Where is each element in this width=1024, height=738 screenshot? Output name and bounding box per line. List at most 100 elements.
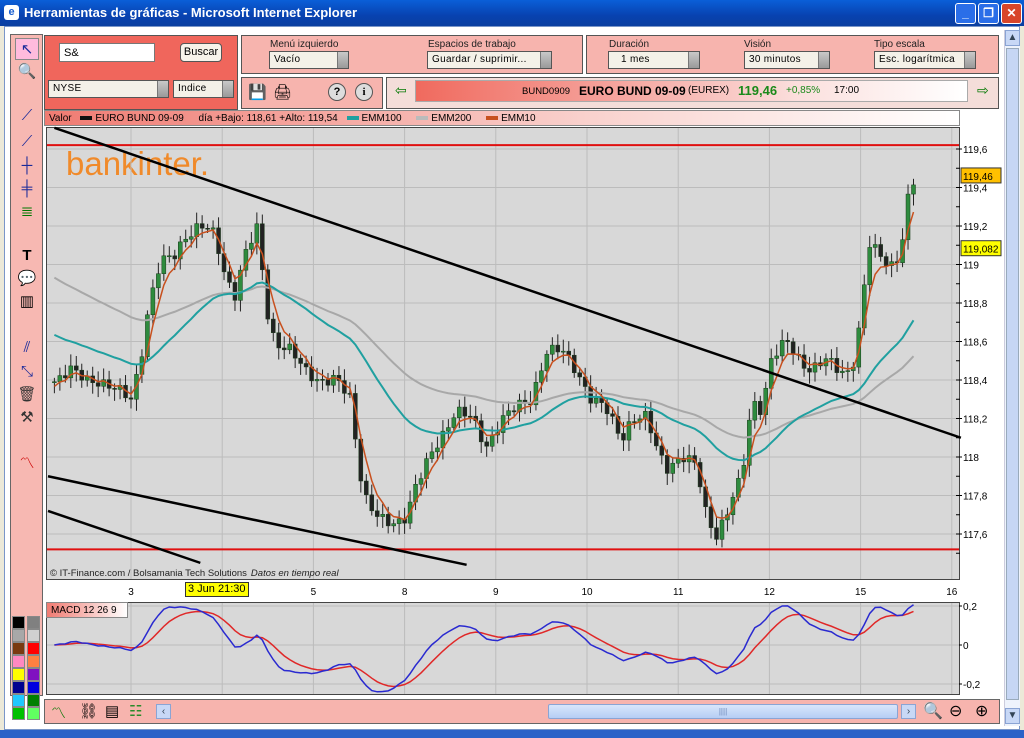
view-panel: Duración 1 mes Visión 30 minutos Tipo es… xyxy=(586,35,999,74)
scroll-down-button[interactable]: ▼ xyxy=(1005,708,1020,724)
color-swatch[interactable] xyxy=(27,707,40,720)
color-swatch[interactable] xyxy=(27,681,40,694)
workspaces-select[interactable]: Guardar / suprimir... xyxy=(427,51,552,69)
search-button[interactable]: Buscar xyxy=(180,43,222,62)
vision-label: Visión xyxy=(744,39,772,50)
chart-legend: Valor EURO BUND 09-09 día +Bajo: 118,61 … xyxy=(44,110,960,126)
add-indicator-icon[interactable]: 〽 xyxy=(51,702,66,723)
layers-icon[interactable]: ☷ xyxy=(129,702,142,720)
type-select[interactable]: Indice xyxy=(173,80,234,98)
zoom-out-icon[interactable]: ⊖ xyxy=(949,701,962,721)
macd-label: MACD 12 26 9 xyxy=(46,602,128,618)
price-chart-area[interactable] xyxy=(46,127,960,580)
minimize-button[interactable]: _ xyxy=(955,3,976,24)
color-swatch[interactable] xyxy=(12,694,25,707)
previous-chart-icon[interactable]: ⇦ xyxy=(395,82,407,99)
maximize-button[interactable]: ❐ xyxy=(978,3,999,24)
color-swatch[interactable] xyxy=(27,629,40,642)
book-icon[interactable]: ▥ xyxy=(15,291,39,313)
duration-label: Duración xyxy=(609,39,650,50)
left-toolbar: ↖ 🔍 ⟋ ⟋ ┼ ╪ ≣ T 💬 ▥ ⫽ ⤡ 🗑 ⚒ 〽 xyxy=(10,34,43,696)
legend-valor: Valor xyxy=(49,113,72,124)
color-swatch[interactable] xyxy=(27,642,40,655)
color-swatch[interactable] xyxy=(12,681,25,694)
market-value: NYSE xyxy=(53,83,82,94)
info-icon[interactable]: i xyxy=(355,83,373,101)
color-swatch[interactable] xyxy=(27,694,40,707)
ticker-name: EURO BUND 09-09 xyxy=(579,84,686,98)
color-swatch[interactable] xyxy=(27,668,40,681)
vision-value: 30 minutos xyxy=(749,54,801,65)
market-select[interactable]: NYSE xyxy=(48,80,169,98)
color-swatch[interactable] xyxy=(12,707,25,720)
document-icon[interactable]: ▤ xyxy=(105,702,119,720)
window-title-bar: Herramientas de gráficas - Microsoft Int… xyxy=(0,0,1024,26)
vertical-scrollbar[interactable]: ▲ ▼ xyxy=(1004,30,1020,726)
scale-select[interactable]: Esc. logarítmica xyxy=(874,51,976,69)
text-tool-icon[interactable]: T xyxy=(15,245,39,267)
action-bar: 💾 🖨 ? i xyxy=(241,77,383,109)
color-swatch[interactable] xyxy=(12,629,25,642)
zoom-in-icon[interactable]: ⊕ xyxy=(975,701,988,721)
zoom-fit-icon[interactable]: 🔍 xyxy=(923,701,943,721)
ticker-price: 119,46 xyxy=(738,83,778,98)
type-value: Indice xyxy=(178,83,207,94)
macd-chart-area[interactable] xyxy=(46,602,960,695)
credits-realtime: Datos en tiempo real xyxy=(250,568,339,579)
duration-select[interactable]: 1 mes xyxy=(608,51,700,69)
color-swatch[interactable] xyxy=(27,655,40,668)
fibonacci-icon[interactable]: ≣ xyxy=(15,201,39,223)
workspaces-value: Guardar / suprimir... xyxy=(432,54,527,65)
zoom-in-icon[interactable]: 🔍 xyxy=(15,61,39,83)
search-input[interactable] xyxy=(59,43,155,62)
ticker-code: BUND0909 xyxy=(522,86,571,97)
parallel-lines-icon[interactable]: ⫽ xyxy=(15,337,39,359)
price-axis xyxy=(960,127,1000,580)
credits: © IT-Finance.com / Bolsamania Tech Solut… xyxy=(50,568,339,579)
ticker-change: +0,85% xyxy=(786,85,821,96)
cursor-date-label: 3 Jun 21:30 xyxy=(185,582,249,597)
tools-icon[interactable]: ⚒ xyxy=(15,407,39,429)
color-swatch[interactable] xyxy=(12,668,25,681)
trash-icon[interactable]: 🗑 xyxy=(15,384,39,406)
legend-ema200: EMM200 xyxy=(431,113,472,124)
date-axis xyxy=(46,581,960,601)
close-button[interactable]: ✕ xyxy=(1001,3,1022,24)
horizontal-scrollbar[interactable]: |||| xyxy=(548,704,898,719)
scroll-up-button[interactable]: ▲ xyxy=(1005,30,1020,46)
move-icon[interactable]: ⤡ xyxy=(15,361,39,383)
credits-source: © IT-Finance.com / Bolsamania Tech Solut… xyxy=(50,568,247,579)
chain-icon[interactable]: ⛓ xyxy=(79,702,98,720)
pointer-icon[interactable]: ↖ xyxy=(15,38,39,60)
print-icon[interactable]: 🖨 xyxy=(273,83,292,101)
vertical-line-icon[interactable]: ┼ xyxy=(15,155,39,177)
scroll-right-button[interactable]: › xyxy=(901,704,916,719)
color-swatch[interactable] xyxy=(12,642,25,655)
help-icon[interactable]: ? xyxy=(328,83,346,101)
left-menu-label: Menú izquierdo xyxy=(270,39,339,50)
next-chart-icon[interactable]: ⇨ xyxy=(977,82,989,99)
save-icon[interactable]: 💾 xyxy=(248,83,267,101)
macd-axis xyxy=(960,602,1000,695)
menu-panel: Menú izquierdo Vacío Espacios de trabajo… xyxy=(241,35,583,74)
legend-range: día +Bajo: 118,61 +Alto: 119,54 xyxy=(198,113,338,124)
legend-ema100: EMM100 xyxy=(361,113,402,124)
chart-type-icon[interactable]: 〽 xyxy=(15,453,39,475)
workspaces-label: Espacios de trabajo xyxy=(428,39,516,50)
left-menu-value: Vacío xyxy=(274,54,301,65)
scroll-left-button[interactable]: ‹ xyxy=(156,704,171,719)
left-menu-select[interactable]: Vacío xyxy=(269,51,349,69)
color-swatch[interactable] xyxy=(12,655,25,668)
draw-line-icon[interactable]: ⟋ xyxy=(15,105,39,127)
color-swatch[interactable] xyxy=(27,616,40,629)
duration-value: 1 mes xyxy=(621,54,650,65)
horizontal-line-icon[interactable]: ╪ xyxy=(15,178,39,200)
vision-select[interactable]: 30 minutos xyxy=(744,51,830,69)
scroll-thumb[interactable] xyxy=(1006,48,1019,700)
ticker-exchange: (EUREX) xyxy=(688,85,730,96)
comment-icon[interactable]: 💬 xyxy=(15,268,39,290)
draw-ray-icon[interactable]: ⟋ xyxy=(15,131,39,153)
search-panel: Buscar NYSE Indice xyxy=(44,35,238,110)
color-swatch[interactable] xyxy=(12,616,25,629)
taskbar-strip xyxy=(0,730,1024,738)
